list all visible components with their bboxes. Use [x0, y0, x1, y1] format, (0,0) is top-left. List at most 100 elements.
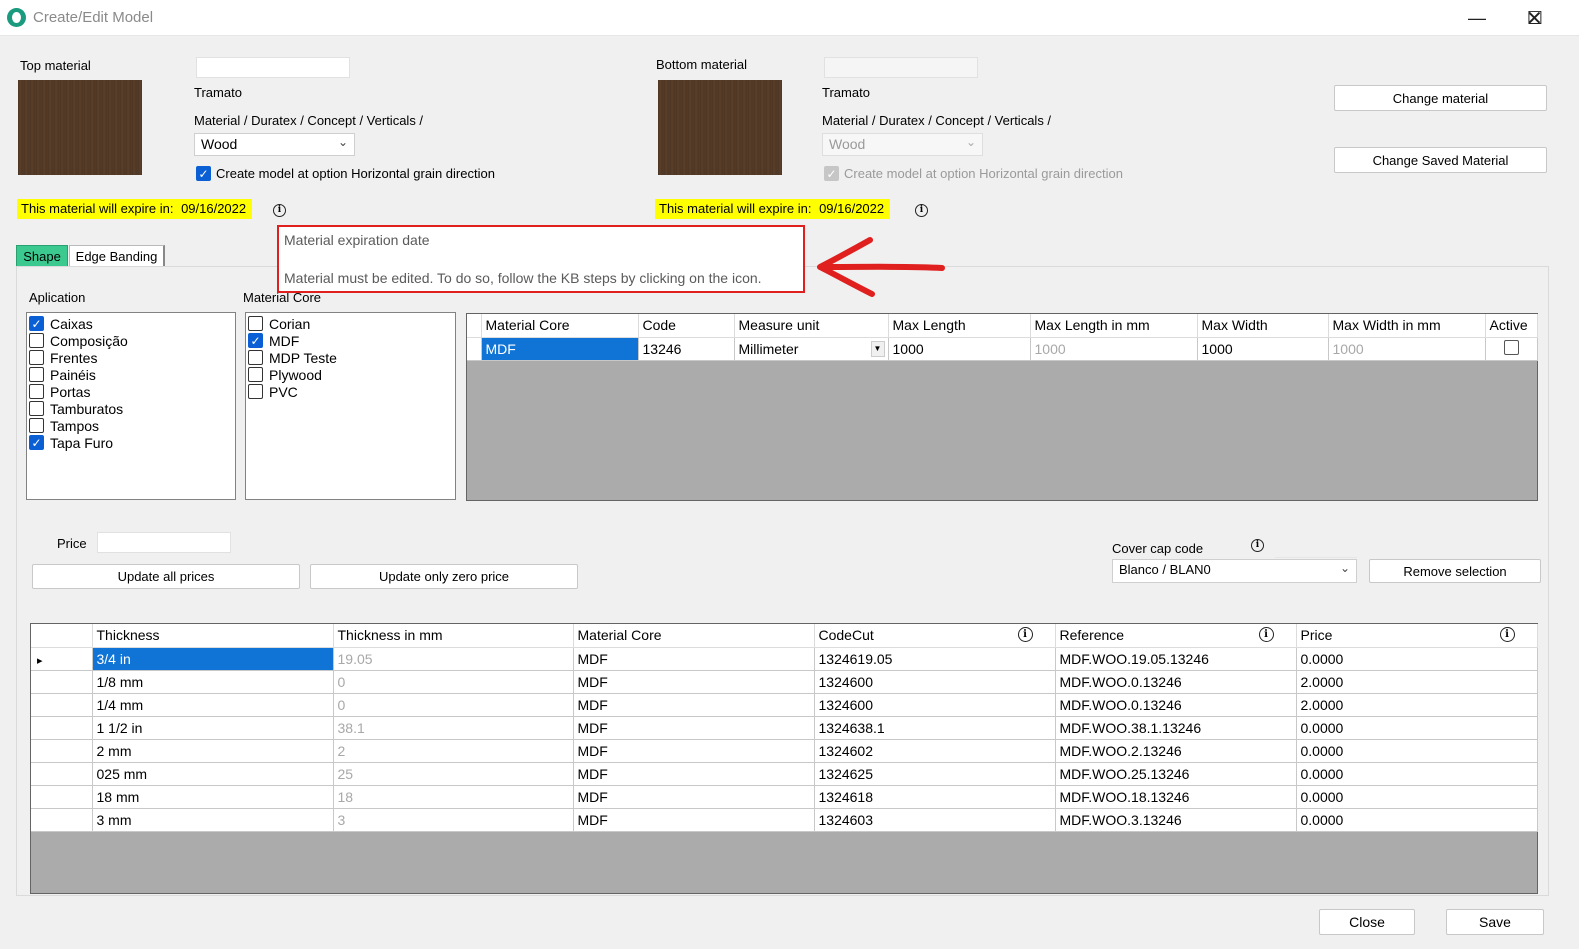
row-header[interactable]	[31, 808, 93, 832]
cell-codecut[interactable]: 1324600	[814, 670, 1056, 694]
cell-reference[interactable]: MDF.WOO.18.13246	[1055, 785, 1297, 809]
material-core-grid[interactable]: Material Core Code Measure unit Max Leng…	[466, 313, 1538, 501]
cell-reference[interactable]: MDF.WOO.3.13246	[1055, 808, 1297, 832]
cell-codecut[interactable]: 1324625	[814, 762, 1056, 786]
cell-active[interactable]	[1485, 337, 1538, 361]
cell-code[interactable]: 13246	[638, 337, 735, 361]
update-zero-price-button[interactable]: Update only zero price	[310, 564, 578, 589]
aplication-checkbox[interactable]	[29, 333, 44, 348]
material-core-checkbox[interactable]	[248, 367, 263, 382]
aplication-checkbox[interactable]	[29, 418, 44, 433]
aplication-item[interactable]: Tampos	[27, 417, 235, 434]
aplication-item[interactable]: Portas	[27, 383, 235, 400]
reference-info-icon[interactable]: i	[1258, 627, 1274, 642]
row-header[interactable]	[31, 716, 93, 740]
cell-material-core[interactable]: MDF	[573, 762, 815, 786]
cell-price[interactable]: 2.0000	[1296, 693, 1538, 717]
cell-reference[interactable]: MDF.WOO.25.13246	[1055, 762, 1297, 786]
aplication-item[interactable]: ✓ Caixas	[27, 315, 235, 332]
change-material-button[interactable]: Change material	[1334, 85, 1547, 111]
cell-codecut[interactable]: 1324602	[814, 739, 1056, 763]
col-header-max-length-mm[interactable]: Max Length in mm	[1030, 314, 1198, 338]
price-info-icon[interactable]: i	[1499, 627, 1515, 642]
cell-thickness[interactable]: 1 1/2 in	[92, 716, 334, 740]
row-header[interactable]	[31, 670, 93, 694]
cell-price[interactable]: 0.0000	[1296, 647, 1538, 671]
top-material-combo[interactable]: Wood ⌄	[194, 133, 355, 156]
cell-thickness[interactable]: 025 mm	[92, 762, 334, 786]
col-header-max-width[interactable]: Max Width	[1197, 314, 1329, 338]
cover-cap-combo[interactable]: Blanco / BLAN0 ⌄	[1112, 559, 1357, 583]
aplication-checkbox[interactable]	[29, 401, 44, 416]
cell-material-core[interactable]: MDF	[573, 785, 815, 809]
row-header[interactable]	[31, 785, 93, 809]
col-header-thickness-mm[interactable]: Thickness in mm	[333, 624, 574, 648]
cell-price[interactable]: 0.0000	[1296, 762, 1538, 786]
table-row[interactable]: 2 mm 2 MDF 1324602 MDF.WOO.2.13246 0.0000	[31, 739, 1538, 763]
material-core-item[interactable]: Corian	[246, 315, 455, 332]
cell-price[interactable]: 0.0000	[1296, 808, 1538, 832]
cell-material-core[interactable]: MDF	[573, 670, 815, 694]
thickness-grid[interactable]: Thickness Thickness in mm Material Core …	[30, 623, 1538, 894]
col-header-max-width-mm[interactable]: Max Width in mm	[1328, 314, 1486, 338]
minimize-icon[interactable]: —	[1448, 0, 1506, 36]
cell-reference[interactable]: MDF.WOO.19.05.13246	[1055, 647, 1297, 671]
cell-thickness[interactable]: 3 mm	[92, 808, 334, 832]
material-core-checkbox[interactable]	[248, 316, 263, 331]
cell-reference[interactable]: MDF.WOO.0.13246	[1055, 670, 1297, 694]
material-core-item[interactable]: PVC	[246, 383, 455, 400]
table-row[interactable]: 1/8 mm 0 MDF 1324600 MDF.WOO.0.13246 2.0000	[31, 670, 1538, 694]
row-header[interactable]	[467, 337, 482, 361]
col-header-thickness[interactable]: Thickness	[92, 624, 334, 648]
cell-reference[interactable]: MDF.WOO.0.13246	[1055, 693, 1297, 717]
col-header-reference[interactable]: Reference i	[1055, 624, 1297, 648]
save-button[interactable]: Save	[1446, 909, 1544, 935]
cell-reference[interactable]: MDF.WOO.2.13246	[1055, 739, 1297, 763]
table-row[interactable]: 1/4 mm 0 MDF 1324600 MDF.WOO.0.13246 2.0000	[31, 693, 1538, 717]
aplication-checkbox[interactable]: ✓	[29, 435, 44, 450]
col-header-code[interactable]: Code	[638, 314, 735, 338]
cell-thickness[interactable]: 2 mm	[92, 739, 334, 763]
row-header[interactable]	[31, 762, 93, 786]
material-core-checkbox[interactable]	[248, 350, 263, 365]
table-row[interactable]: 3 mm 3 MDF 1324603 MDF.WOO.3.13246 0.0000	[31, 808, 1538, 832]
cell-measure-unit[interactable]: Millimeter ▼	[734, 337, 889, 361]
aplication-checkbox[interactable]: ✓	[29, 316, 44, 331]
material-core-item[interactable]: Plywood	[246, 366, 455, 383]
top-grain-checkbox[interactable]: ✓	[196, 166, 211, 181]
tab-edge-banding[interactable]: Edge Banding	[69, 245, 165, 268]
material-core-item[interactable]: MDP Teste	[246, 349, 455, 366]
col-header-active[interactable]: Active	[1485, 314, 1538, 338]
cell-price[interactable]: 0.0000	[1296, 716, 1538, 740]
tab-shape[interactable]: Shape	[16, 245, 68, 268]
col-header-codecut[interactable]: CodeCut i	[814, 624, 1056, 648]
table-row[interactable]: 1 1/2 in 38.1 MDF 1324638.1 MDF.WOO.38.1.132…	[31, 716, 1538, 740]
cell-codecut[interactable]: 1324600	[814, 693, 1056, 717]
aplication-item[interactable]: Tamburatos	[27, 400, 235, 417]
top-material-name-field[interactable]	[196, 57, 350, 78]
material-core-checkbox[interactable]	[248, 384, 263, 399]
aplication-checkbox[interactable]	[29, 350, 44, 365]
row-header[interactable]: ▸	[31, 647, 93, 671]
dropdown-arrow-icon[interactable]: ▼	[870, 340, 885, 357]
aplication-item[interactable]: Frentes	[27, 349, 235, 366]
update-all-prices-button[interactable]: Update all prices	[32, 564, 300, 589]
cell-max-width[interactable]: 1000	[1197, 337, 1329, 361]
codecut-info-icon[interactable]: i	[1017, 627, 1033, 642]
aplication-checkbox[interactable]	[29, 384, 44, 399]
top-grain-option[interactable]: ✓ Create model at option Horizontal grai…	[196, 166, 495, 181]
table-row[interactable]: ▸ 3/4 in 19.05 MDF 1324619.05 MDF.WOO.19.05.1…	[31, 647, 1538, 671]
cell-thickness[interactable]: 1/8 mm	[92, 670, 334, 694]
col-header-price[interactable]: Price i	[1296, 624, 1538, 648]
material-core-checkbox[interactable]: ✓	[248, 333, 263, 348]
cover-cap-info-icon[interactable]: i	[1251, 539, 1264, 552]
row-header[interactable]	[31, 739, 93, 763]
top-expire-info-icon[interactable]: i	[273, 204, 286, 217]
cell-codecut[interactable]: 1324618	[814, 785, 1056, 809]
material-core-listbox[interactable]: Corian ✓ MDF MDP Teste Plywood PVC	[245, 312, 456, 500]
aplication-item[interactable]: Painéis	[27, 366, 235, 383]
material-core-item[interactable]: ✓ MDF	[246, 332, 455, 349]
col-header-material-core[interactable]: Material Core	[573, 624, 815, 648]
close-x-icon[interactable]: ✕	[1526, 6, 1543, 31]
cell-material-core[interactable]: MDF	[573, 739, 815, 763]
